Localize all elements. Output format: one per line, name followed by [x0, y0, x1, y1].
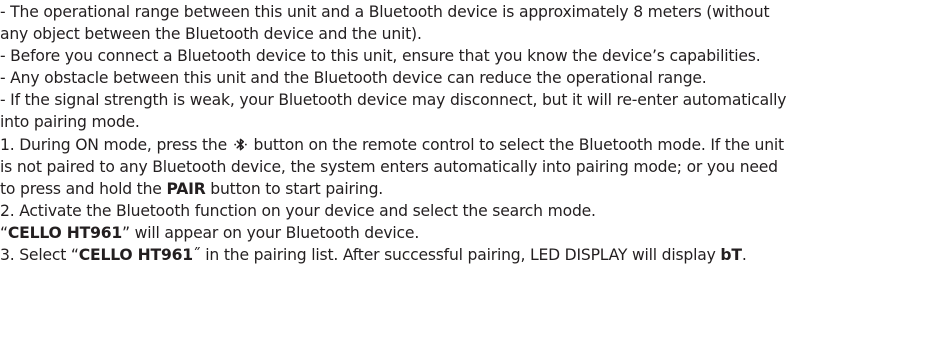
step-3-text-b: ˝ in the pairing list. After successful …	[192, 246, 721, 265]
step-1-text-a: 1. During ON mode, press the	[0, 135, 232, 154]
step-2-text-b: ” will appear on your Bluetooth device.	[122, 223, 420, 242]
step-3-text-c: .	[741, 246, 747, 265]
pair-button-label: PAIR	[166, 179, 206, 198]
text-line: - If the signal strength is weak, your B…	[0, 91, 787, 110]
text-line: - Before you connect a Bluetooth device …	[0, 47, 761, 66]
text-line: is not paired to any Bluetooth device, t…	[0, 157, 778, 176]
device-name: CELLO HT961	[78, 246, 193, 265]
text-line: 2. Activate the Bluetooth function on yo…	[0, 201, 596, 220]
step-1: 1. During ON mode, press the button on t…	[0, 134, 920, 200]
step-1-text-b: button on the remote control to select t…	[248, 135, 785, 154]
led-display-code: bT	[720, 246, 742, 265]
text-line: to press and hold the PAIR button to sta…	[0, 178, 920, 200]
note-operational-range: - The operational range between this uni…	[0, 1, 920, 45]
step-3: 3. Select “CELLO HT961˝ in the pairing l…	[0, 244, 920, 266]
text-line: 1. During ON mode, press the button on t…	[0, 134, 920, 156]
text-line: any object between the Bluetooth device …	[0, 25, 422, 44]
text-line: “CELLO HT961” will appear on your Blueto…	[0, 222, 920, 244]
note-obstacle: - Any obstacle between this unit and the…	[0, 67, 920, 89]
step-1-text-c: to press and hold the	[0, 179, 167, 198]
open-quote: “	[0, 223, 8, 242]
bluetooth-instructions: - The operational range between this uni…	[0, 1, 920, 266]
text-line: - The operational range between this uni…	[0, 3, 770, 21]
bluetooth-icon	[233, 138, 247, 150]
step-2: 2. Activate the Bluetooth function on yo…	[0, 200, 920, 244]
step-3-text-a: 3. Select “	[0, 246, 79, 265]
step-1-text-d: button to start pairing.	[205, 179, 384, 198]
device-name: CELLO HT961	[7, 223, 123, 242]
text-line: 3. Select “CELLO HT961˝ in the pairing l…	[0, 244, 920, 266]
text-line: - Any obstacle between this unit and the…	[0, 69, 707, 88]
text-line: into pairing mode.	[0, 113, 140, 132]
note-weak-signal: - If the signal strength is weak, your B…	[0, 89, 920, 133]
note-device-capabilities: - Before you connect a Bluetooth device …	[0, 45, 920, 67]
